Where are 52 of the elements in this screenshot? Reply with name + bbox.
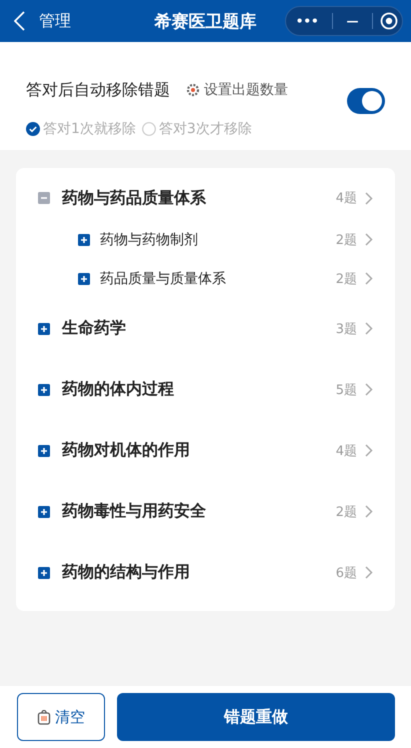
set-count-link[interactable]: 设置出题数量: [186, 81, 288, 99]
question-count: 5题: [336, 382, 357, 398]
trash-icon: [37, 710, 51, 724]
chapter-row[interactable]: 药物毒性与用药安全 2题: [16, 481, 395, 542]
chapter-row[interactable]: 药物的体内过程 5题: [16, 359, 395, 420]
plus-square-icon[interactable]: [38, 384, 50, 396]
chapter-row[interactable]: 药物的结构与作用 6题: [16, 542, 395, 603]
chapter-row[interactable]: 药物与药物制剂 2题: [16, 220, 395, 259]
chapter-row[interactable]: 生命药学 3题: [16, 298, 395, 359]
chapter-row[interactable]: 药物对机体的作用 4题: [16, 420, 395, 481]
chapter-title: 生命药学: [62, 318, 126, 339]
question-count: 4题: [336, 190, 357, 207]
chapter-title: 药品质量与质量体系: [100, 270, 226, 288]
chapter-row[interactable]: 药物与药品质量体系 4题: [16, 176, 395, 220]
chevron-right-icon: [365, 383, 373, 396]
chevron-right-icon: [365, 192, 373, 204]
toggle-switch[interactable]: [347, 88, 385, 114]
question-count: 3题: [336, 320, 357, 338]
plus-square-icon[interactable]: [38, 566, 50, 578]
page-title: 希赛医卫题库: [154, 10, 256, 32]
chevron-right-icon: [365, 322, 373, 335]
chapter-row[interactable]: 药品质量与质量体系 2题: [16, 259, 395, 298]
minimize-button[interactable]: —: [340, 14, 364, 28]
redo-button[interactable]: 错题重做: [117, 693, 395, 741]
plus-square-icon[interactable]: [38, 506, 50, 518]
chapter-title: 药物与药品质量体系: [62, 188, 206, 208]
plus-square-icon[interactable]: [78, 272, 90, 284]
chapter-title: 药物的结构与作用: [62, 562, 190, 583]
chapter-title: 药物对机体的作用: [62, 440, 190, 461]
chevron-right-icon: [365, 233, 373, 246]
back-icon: [14, 11, 25, 31]
question-count: 6题: [336, 564, 357, 582]
back-button[interactable]: 管理: [14, 10, 71, 32]
plus-square-icon[interactable]: [38, 444, 50, 456]
plus-square-icon[interactable]: [78, 234, 90, 246]
question-count: 2题: [336, 270, 357, 288]
chapter-title: 药物与药物制剂: [100, 230, 198, 248]
chevron-right-icon: [365, 444, 373, 457]
more-button[interactable]: •••: [290, 14, 325, 28]
question-count: 2题: [336, 504, 357, 520]
chevron-right-icon: [365, 566, 373, 579]
chapter-title: 药物的体内过程: [62, 379, 174, 400]
auto-remove-label: 答对后自动移除错题: [26, 80, 170, 100]
settings-icon: [186, 83, 200, 97]
chevron-right-icon: [365, 272, 373, 285]
question-count: 2题: [336, 232, 357, 248]
chevron-right-icon: [365, 505, 373, 518]
clear-button[interactable]: 清空: [17, 693, 105, 741]
chapter-title: 药物毒性与用药安全: [62, 501, 206, 522]
question-count: 4题: [336, 442, 357, 460]
close-icon[interactable]: [380, 12, 398, 30]
plus-square-icon[interactable]: [38, 322, 50, 334]
